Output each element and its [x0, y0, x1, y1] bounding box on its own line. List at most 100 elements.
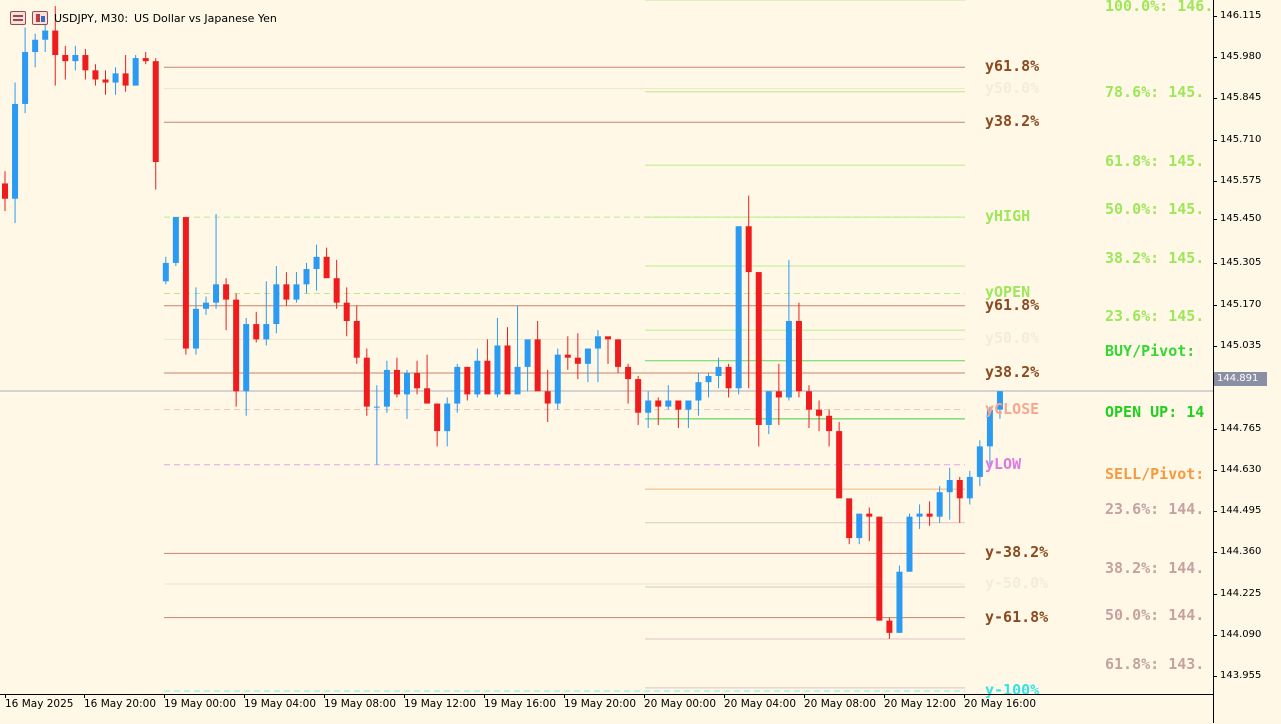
candle-body — [876, 516, 883, 621]
time-tick: 20 May 08:00 — [804, 694, 877, 710]
candle-body — [192, 308, 199, 349]
candle-body — [323, 256, 330, 279]
candle-body — [424, 388, 431, 404]
candle-body — [414, 372, 421, 389]
candle-body — [253, 324, 260, 340]
candle-body — [434, 403, 441, 432]
candle-body — [223, 284, 230, 300]
price-tick: 145.845 — [1213, 92, 1261, 103]
menu-icon[interactable] — [10, 11, 26, 25]
candle-body — [785, 321, 792, 398]
level-label: y-50.0% — [985, 573, 1049, 592]
current-price-badge: 144.891 — [1214, 372, 1267, 386]
candle-body — [313, 256, 320, 270]
time-tick: 20 May 12:00 — [884, 694, 957, 710]
symbol-description: US Dollar vs Japanese Yen — [134, 11, 277, 25]
candle-body — [916, 513, 923, 517]
candle-body — [635, 379, 642, 413]
candle-body — [162, 262, 169, 282]
candle-body — [615, 339, 622, 367]
candle-body — [745, 226, 752, 273]
candle-body — [152, 61, 159, 163]
time-tick: 19 May 16:00 — [484, 694, 557, 710]
candle-body — [906, 516, 913, 572]
fib-label: BUY/Pivot: — [1105, 343, 1196, 359]
candle-body — [213, 284, 220, 303]
level-label: y50.0% — [985, 78, 1040, 97]
candle-body — [2, 183, 8, 199]
symbol-label: USDJPY, M30: — [54, 11, 129, 25]
candle-body — [685, 400, 692, 410]
candle-body — [665, 400, 672, 407]
price-tick: 145.710 — [1213, 134, 1261, 145]
candle-body — [122, 73, 129, 86]
candle-body — [946, 479, 953, 493]
candle-body — [393, 369, 400, 395]
candle-body — [243, 324, 250, 392]
time-tick: 20 May 16:00 — [964, 694, 1037, 710]
candle-body — [564, 354, 571, 358]
candle-body — [866, 513, 873, 517]
candle-body — [263, 324, 270, 340]
price-tick: 145.980 — [1213, 51, 1261, 62]
candle-body — [52, 30, 59, 56]
time-tick: 16 May 20:00 — [84, 694, 157, 710]
price-axis[interactable] — [1213, 0, 1281, 723]
candle-body — [836, 431, 843, 499]
candle-body — [554, 354, 561, 404]
candle-body — [504, 345, 511, 395]
candle-body — [534, 339, 541, 392]
fib-label: 38.2%: 145. — [1105, 250, 1205, 266]
price-tick: 144.765 — [1213, 423, 1261, 434]
candle-body — [625, 366, 632, 380]
candle-body — [82, 55, 89, 71]
chart-window[interactable]: USDJPY, M30: US Dollar vs Japanese Yen y… — [0, 0, 1281, 723]
price-tick: 145.305 — [1213, 257, 1261, 268]
fib-label: 100.0%: 146. — [1105, 0, 1213, 14]
candle-body — [62, 55, 69, 62]
candle-body — [966, 476, 973, 499]
level-label: yHIGH — [985, 207, 1031, 226]
price-tick: 146.115 — [1213, 10, 1261, 21]
candle-body — [203, 302, 209, 309]
time-tick: 19 May 08:00 — [324, 694, 397, 710]
candle-body — [605, 336, 611, 340]
candle-body — [32, 39, 39, 52]
candle-body — [293, 284, 300, 300]
level-label: y61.8% — [985, 295, 1040, 314]
price-tick: 145.170 — [1213, 299, 1261, 310]
level-label: y-38.2% — [985, 543, 1049, 562]
candle-body — [273, 284, 280, 325]
candle-body — [112, 73, 119, 83]
candle-body — [755, 272, 762, 425]
indicator-icon[interactable] — [32, 11, 48, 25]
candle-body — [896, 571, 903, 633]
fib-label: 61.8%: 145. — [1105, 153, 1205, 169]
chart-header: USDJPY, M30: US Dollar vs Japanese Yen — [10, 8, 277, 28]
candle-body — [464, 366, 471, 395]
time-tick: 19 May 20:00 — [564, 694, 637, 710]
price-tick: 144.495 — [1213, 505, 1261, 516]
candle-body — [363, 357, 370, 407]
candle-body — [12, 103, 19, 199]
candle-body — [72, 55, 79, 62]
candle-body — [42, 30, 49, 40]
time-tick: 20 May 04:00 — [724, 694, 797, 710]
price-tick: 144.090 — [1213, 629, 1261, 640]
candle-body — [303, 269, 310, 285]
fib-label: SELL/Pivot: — [1105, 466, 1205, 482]
candle-body — [715, 366, 722, 377]
fib-label: 38.2%: 144. — [1105, 560, 1205, 576]
candle-body — [132, 58, 139, 86]
candle-body — [172, 217, 179, 263]
level-label: y38.2% — [985, 362, 1040, 381]
candle-body — [404, 372, 410, 395]
fib-label: OPEN UP: 14 — [1105, 404, 1205, 420]
level-label: yLOW — [985, 454, 1022, 473]
candle-body — [795, 321, 802, 392]
fib-label: 78.6%: 145. — [1105, 84, 1205, 100]
candle-body — [775, 391, 782, 398]
candle-body — [494, 345, 501, 395]
candle-body — [484, 360, 491, 395]
candle-body — [574, 357, 581, 364]
